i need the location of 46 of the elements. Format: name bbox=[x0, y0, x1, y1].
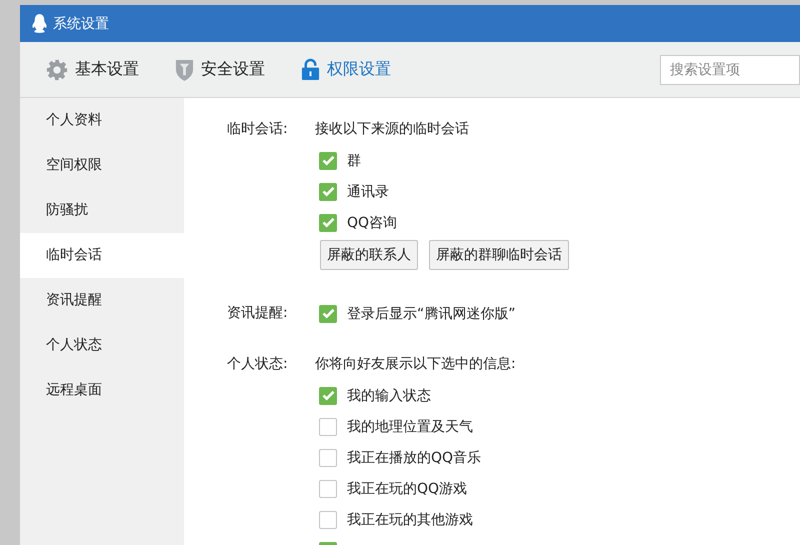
window-title: 系统设置 bbox=[53, 14, 109, 32]
checkbox[interactable] bbox=[319, 448, 337, 466]
checkbox-label: 我正在玩的其他游戏 bbox=[347, 510, 473, 528]
blocked-list-button[interactable]: 屏蔽的群聊临时会话 bbox=[429, 240, 569, 270]
checkbox[interactable] bbox=[319, 510, 337, 528]
section-label: 临时会话: bbox=[227, 120, 289, 139]
penguin-icon bbox=[32, 14, 47, 33]
checkbox[interactable] bbox=[319, 182, 337, 200]
section-description: 你将向好友展示以下选中的信息: bbox=[315, 355, 516, 374]
search-field[interactable]: 搜索设置项 bbox=[660, 54, 800, 84]
section-description: 接收以下来源的临时会话 bbox=[315, 120, 470, 139]
checkbox-label: QQ咨询 bbox=[347, 214, 398, 232]
checkbox-label: 我的输入状态 bbox=[347, 386, 431, 404]
shield-icon bbox=[175, 58, 194, 81]
sidebar-item[interactable]: 临时会话 bbox=[20, 233, 184, 278]
sidebar-item[interactable]: 资讯提醒 bbox=[20, 278, 184, 323]
sidebar-item[interactable]: 远程桌面 bbox=[20, 368, 184, 413]
section-label: 个人状态: bbox=[227, 355, 289, 374]
checkbox-label: 我正在玩的QQ游戏 bbox=[347, 480, 468, 498]
checkbox[interactable] bbox=[319, 480, 337, 498]
blocked-list-button[interactable]: 屏蔽的联系人 bbox=[320, 240, 418, 270]
checkbox[interactable] bbox=[319, 418, 337, 436]
checkmark-icon bbox=[322, 308, 334, 319]
sidebar-item[interactable]: 防骚扰 bbox=[20, 188, 184, 233]
checkmark-icon bbox=[322, 155, 334, 166]
checkbox[interactable] bbox=[319, 386, 337, 404]
gear-icon bbox=[46, 58, 68, 80]
lock-icon bbox=[301, 58, 320, 81]
checkbox-label: 群 bbox=[347, 152, 361, 170]
sidebar-item[interactable]: 空间权限 bbox=[20, 143, 184, 188]
checkbox[interactable] bbox=[319, 304, 337, 322]
checkbox[interactable] bbox=[319, 214, 337, 232]
settings-tab[interactable]: 权限设置 bbox=[301, 54, 391, 85]
section-label: 资讯提醒: bbox=[227, 304, 289, 323]
checkbox-label: 登录后显示“腾讯网迷你版” bbox=[347, 304, 516, 322]
checkbox[interactable] bbox=[319, 152, 337, 170]
checkbox-label: 通讯录 bbox=[347, 182, 389, 200]
sidebar-item[interactable]: 个人资料 bbox=[20, 98, 184, 143]
checkmark-icon bbox=[322, 390, 334, 401]
checkbox-label: 我的地理位置及天气 bbox=[347, 418, 473, 436]
sidebar-item[interactable]: 个人状态 bbox=[20, 323, 184, 368]
checkbox-label: 我正在播放的QQ音乐 bbox=[347, 448, 482, 466]
checkmark-icon bbox=[322, 217, 334, 228]
settings-tab[interactable]: 安全设置 bbox=[175, 54, 265, 85]
checkmark-icon bbox=[322, 186, 334, 197]
settings-tab[interactable]: 基本设置 bbox=[46, 54, 139, 84]
